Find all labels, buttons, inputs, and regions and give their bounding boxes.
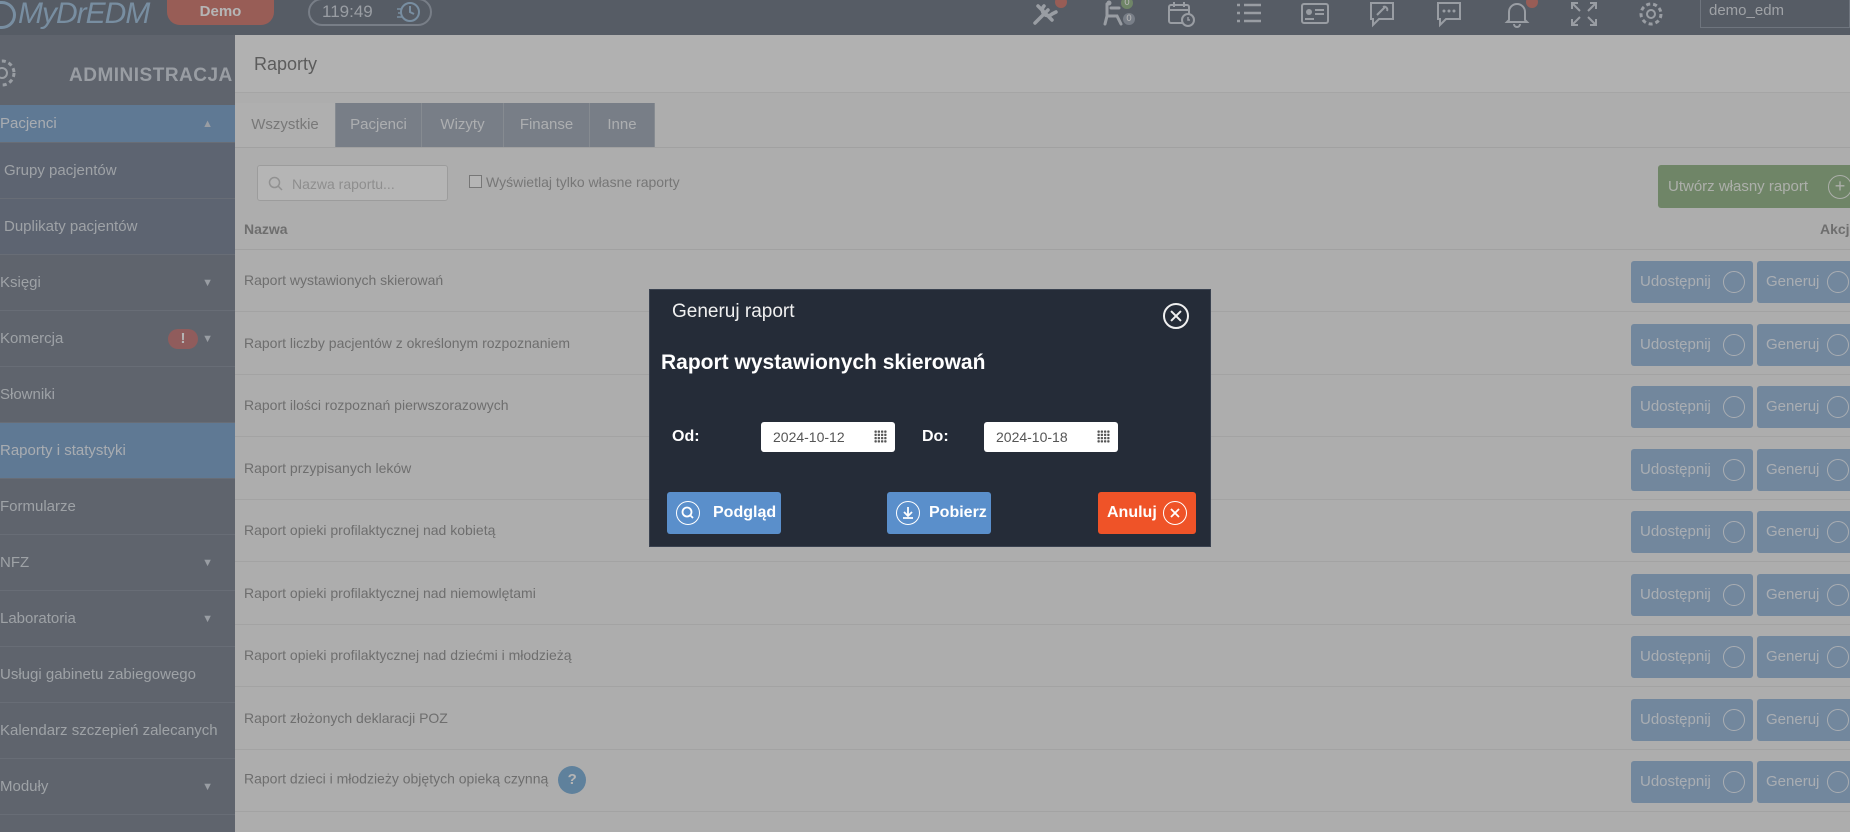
cancel-x-icon xyxy=(1163,501,1187,525)
close-icon[interactable] xyxy=(1163,303,1189,329)
date-from-value: 2024-10-12 xyxy=(773,429,845,445)
preview-label: Podgląd xyxy=(713,504,777,521)
generate-report-dialog: Generuj raport Raport wystawionych skier… xyxy=(649,289,1211,547)
download-label: Pobierz xyxy=(929,504,987,521)
date-to-value: 2024-10-18 xyxy=(996,429,1068,445)
date-from-field[interactable]: 2024-10-12 xyxy=(761,422,895,452)
dialog-title: Generuj raport xyxy=(672,301,795,322)
calendar-icon[interactable] xyxy=(874,430,887,443)
calendar-icon[interactable] xyxy=(1097,430,1110,443)
date-to-field[interactable]: 2024-10-18 xyxy=(984,422,1118,452)
cancel-button[interactable]: Anuluj xyxy=(1098,492,1196,534)
date-from-label: Od: xyxy=(672,428,700,445)
cancel-label: Anuluj xyxy=(1107,504,1157,521)
magnifier-icon xyxy=(676,501,700,525)
dialog-report-name: Raport wystawionych skierowań xyxy=(661,351,986,374)
download-icon xyxy=(896,501,920,525)
download-button[interactable]: Pobierz xyxy=(887,492,991,534)
date-to-label: Do: xyxy=(922,428,949,445)
preview-button[interactable]: Podgląd xyxy=(667,492,781,534)
